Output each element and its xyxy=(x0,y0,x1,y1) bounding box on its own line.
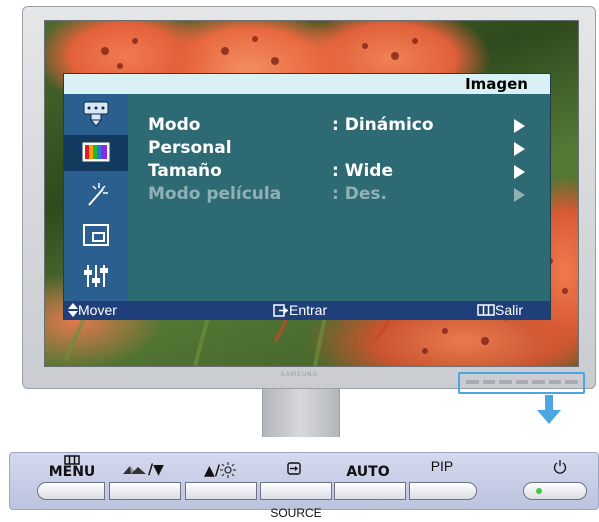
footer-move: Mover xyxy=(68,301,117,320)
brightness-icon xyxy=(123,466,147,474)
size-position-icon[interactable] xyxy=(72,217,120,253)
up-button[interactable] xyxy=(185,482,257,500)
source-label: SOURCE xyxy=(270,506,322,520)
monitor-stand xyxy=(262,389,340,437)
brightness-button-label: /▼ xyxy=(113,462,173,478)
osd-icon-column xyxy=(64,94,128,301)
footer-enter-label: Entrar xyxy=(289,302,328,318)
setup-icon[interactable] xyxy=(72,258,120,294)
menu-item-personal[interactable]: Personal xyxy=(148,137,538,160)
menu-item-modo-pelicula: Modo película : Des. xyxy=(148,183,538,206)
picture-icon[interactable] xyxy=(64,135,128,171)
footer-exit: Salir xyxy=(477,301,523,320)
arrow-right-icon xyxy=(514,119,525,133)
osd-menu: Imagen Modo: Dinámico Personal Tamaño:… xyxy=(63,73,551,320)
front-buttons xyxy=(466,380,579,384)
menu-item-label: Modo película xyxy=(148,184,282,204)
menu-button-label: MENU xyxy=(48,464,96,480)
power-led xyxy=(536,488,542,494)
power-icon xyxy=(553,460,567,474)
arrow-down-icon xyxy=(537,395,561,424)
up-button-label: ▲/ xyxy=(190,462,250,479)
footer-move-label: Mover xyxy=(78,302,117,318)
control-panel xyxy=(9,452,599,510)
source-button[interactable] xyxy=(260,482,332,500)
arrow-right-icon xyxy=(514,142,525,156)
menu-item-tamano[interactable]: Tamaño : Wide xyxy=(148,160,538,183)
osd-items: Modo : Dinámico Personal Tamaño : Wide M… xyxy=(148,114,538,206)
menu-item-value: : Wide xyxy=(332,161,393,181)
arrow-right-icon xyxy=(514,188,525,202)
osd-footer: Mover Entrar Salir xyxy=(64,301,550,320)
menu-item-value: : Des. xyxy=(332,184,387,204)
footer-exit-label: Salir xyxy=(495,302,524,318)
sun-icon xyxy=(219,462,236,478)
pip-button-label: PIP xyxy=(430,458,454,474)
pip-button[interactable] xyxy=(409,482,477,500)
brightness-down-button[interactable] xyxy=(109,482,181,500)
menu-item-modo[interactable]: Modo : Dinámico xyxy=(148,114,538,137)
input-icon[interactable] xyxy=(72,96,120,132)
enter-icon xyxy=(273,304,288,317)
auto-button[interactable] xyxy=(334,482,406,500)
menu-button[interactable] xyxy=(37,482,105,500)
arrow-right-icon xyxy=(514,165,525,179)
power-button[interactable] xyxy=(523,482,587,500)
effect-icon[interactable] xyxy=(72,176,120,212)
osd-title: Imagen xyxy=(64,74,550,94)
menu-icon xyxy=(477,304,495,316)
menu-item-label: Tamaño xyxy=(148,161,222,181)
menu-item-label: Personal xyxy=(148,138,232,158)
menu-item-value: : Dinámico xyxy=(332,115,434,135)
updown-icon xyxy=(68,303,78,317)
footer-enter: Entrar xyxy=(273,301,327,320)
menu-item-label: Modo xyxy=(148,115,201,135)
auto-button-label: AUTO xyxy=(346,464,390,480)
source-icon xyxy=(287,462,301,475)
